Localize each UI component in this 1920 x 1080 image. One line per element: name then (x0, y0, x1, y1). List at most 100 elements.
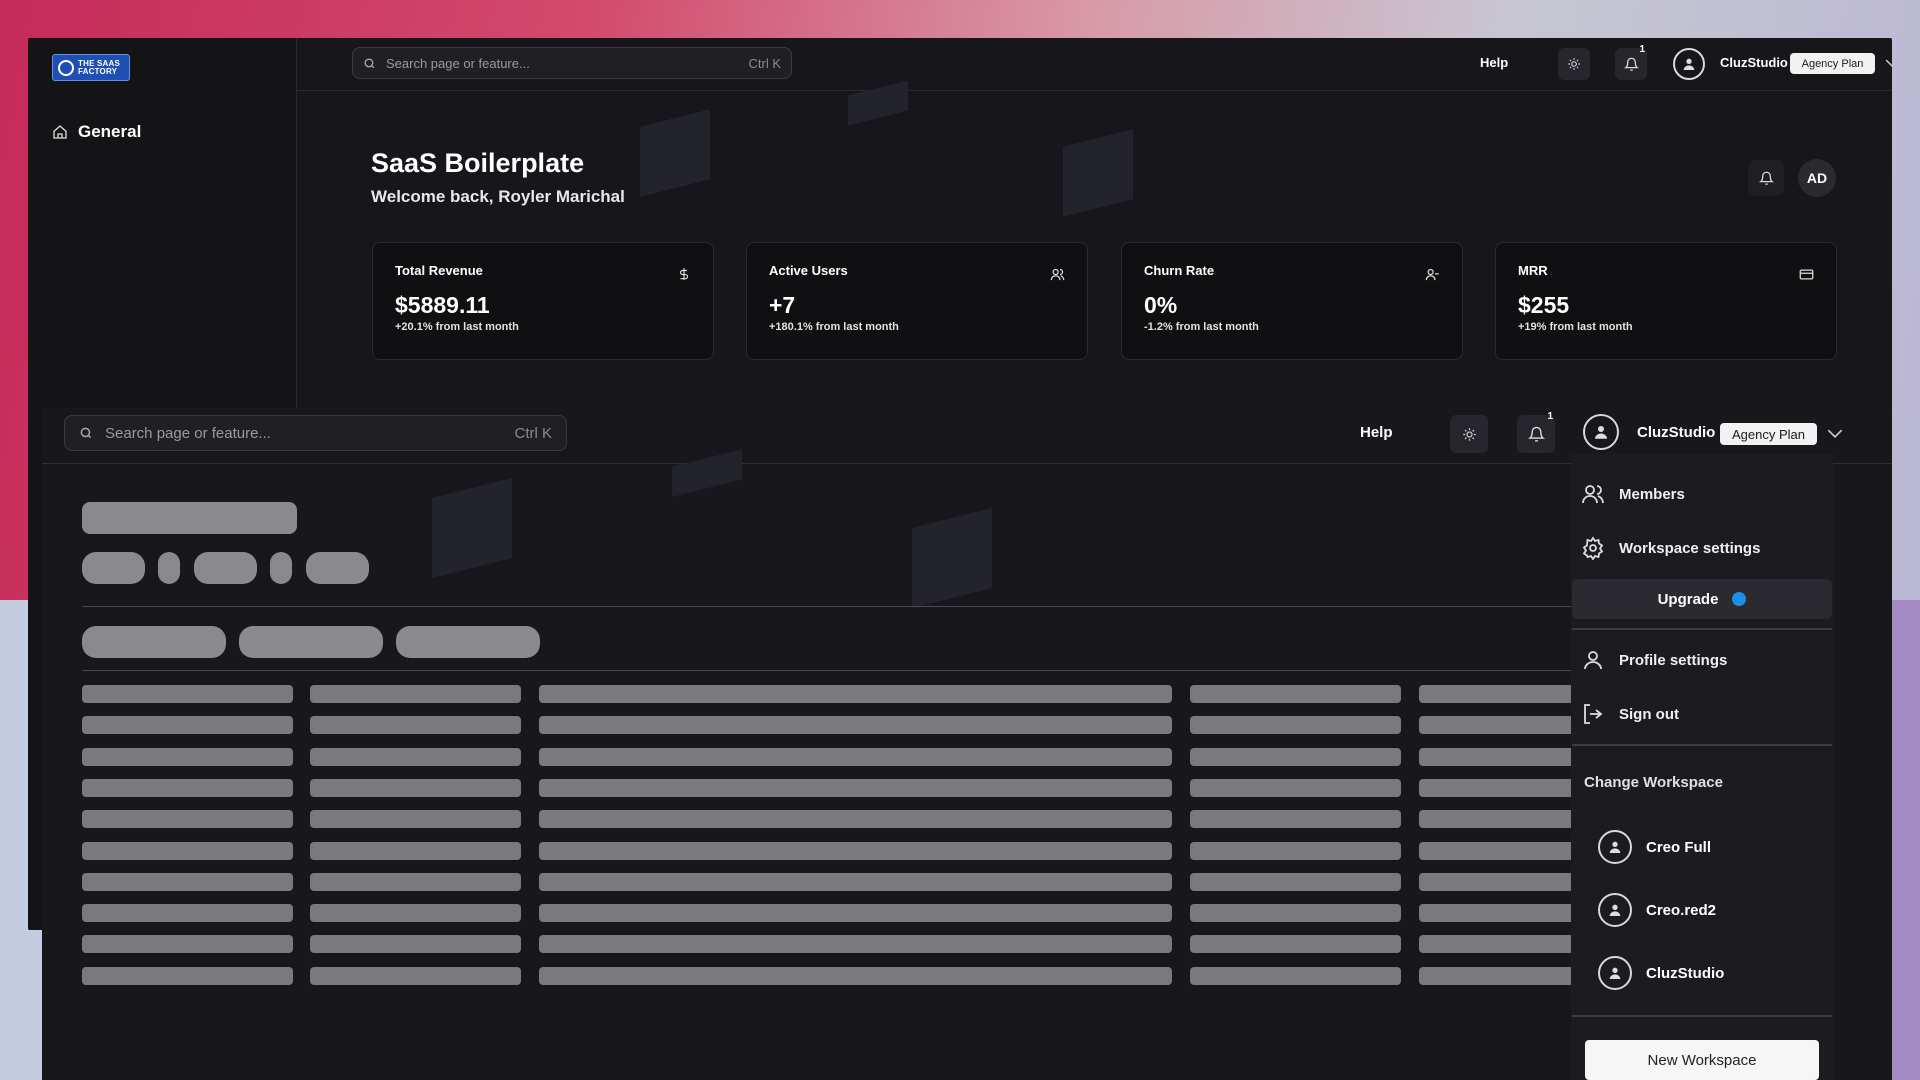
skeleton-cell (82, 904, 293, 923)
divider (1572, 628, 1832, 630)
skeleton-cell (539, 872, 1172, 891)
skeleton-cell (310, 966, 521, 985)
skeleton-cell (310, 904, 521, 923)
menu-item-label: Members (1619, 485, 1685, 503)
workspace-name[interactable]: CluzStudio (1637, 424, 1715, 441)
new-workspace-button[interactable]: New Workspace (1585, 1040, 1819, 1080)
sidebar-item-label: General (78, 122, 142, 141)
chevron-down-icon[interactable] (1827, 428, 1843, 439)
sidebar-item-general[interactable]: General (52, 122, 141, 142)
search-placeholder: Search page or feature... (105, 424, 271, 442)
upgrade-button[interactable]: Upgrade (1572, 579, 1832, 619)
background-decoration (640, 109, 710, 197)
skeleton-tab (82, 626, 226, 658)
theme-toggle-button[interactable] (1450, 415, 1488, 453)
menu-item-members[interactable]: Members (1581, 482, 1685, 506)
skeleton-cell (1190, 716, 1401, 735)
workspace-option-label: Creo.red2 (1646, 901, 1717, 919)
card-change: +180.1% from last month (769, 321, 899, 333)
sun-icon (1462, 427, 1476, 441)
workspace-option[interactable]: CluzStudio (1598, 956, 1724, 990)
menu-item-profile-settings[interactable]: Profile settings (1581, 648, 1727, 672)
card-value: +7 (769, 292, 796, 318)
skeleton-cell (82, 872, 293, 891)
plan-badge: Agency Plan (1790, 53, 1875, 74)
skeleton-cell (82, 935, 293, 954)
skeleton-cell (1190, 841, 1401, 860)
stat-card-churn-rate: Churn Rate 0% -1.2% from last month (1121, 242, 1463, 360)
workspace-avatar[interactable] (1583, 414, 1619, 450)
stat-card-revenue: Total Revenue $5889.11 +20.1% from last … (372, 242, 714, 360)
help-link[interactable]: Help (1480, 55, 1508, 70)
help-link[interactable]: Help (1360, 424, 1393, 441)
skeleton-cell (82, 966, 293, 985)
brand-logo[interactable]: THE SAAS FACTORY (52, 54, 130, 81)
skeleton-cell (539, 810, 1172, 829)
background-decoration (432, 478, 512, 578)
workspace-name[interactable]: CluzStudio (1720, 55, 1788, 70)
skeleton-cell (539, 966, 1172, 985)
search-input[interactable]: Search page or feature... Ctrl K (64, 415, 567, 451)
skeleton-cell (82, 841, 293, 860)
bell-icon (1758, 171, 1774, 185)
skeleton-breadcrumb (270, 552, 292, 584)
search-shortcut: Ctrl K (514, 424, 553, 442)
user-icon (1609, 967, 1621, 979)
skeleton-tab (396, 626, 540, 658)
skeleton-cell (539, 904, 1172, 923)
skeleton-cell (1190, 935, 1401, 954)
workspace-option-label: CluzStudio (1646, 964, 1725, 982)
card-title: Churn Rate (1144, 263, 1215, 278)
workspace-avatar (1598, 956, 1632, 990)
users-icon (1050, 268, 1065, 281)
skeleton-cell (1190, 810, 1401, 829)
notifications-button[interactable]: 1 (1615, 44, 1647, 80)
card-change: -1.2% from last month (1144, 321, 1259, 333)
notifications-button[interactable]: 1 (1517, 411, 1555, 453)
workspace-avatar (1598, 830, 1632, 864)
stat-card-active-users: Active Users +7 +180.1% from last month (746, 242, 1088, 360)
background-decoration (912, 508, 992, 608)
card-value: 0% (1144, 292, 1178, 318)
chevron-down-icon[interactable] (1885, 58, 1892, 68)
gear-icon (1582, 536, 1604, 560)
card-value: $255 (1518, 292, 1570, 318)
skeleton-cell (539, 778, 1172, 797)
card-title: Total Revenue (395, 263, 483, 278)
home-icon (53, 125, 67, 139)
divider (1572, 744, 1832, 746)
skeleton-cell (310, 841, 521, 860)
card-value: $5889.11 (395, 292, 490, 318)
workspace-option[interactable]: Creo Full (1598, 830, 1711, 864)
page-notifications-button[interactable] (1748, 160, 1784, 196)
skeleton-cell (539, 841, 1172, 860)
account-dropdown-menu: Members Workspace settings Upgrade Profi… (1571, 454, 1833, 1080)
user-avatar[interactable]: AD (1798, 159, 1836, 197)
menu-item-workspace-settings[interactable]: Workspace settings (1581, 536, 1760, 560)
stat-card-mrr: MRR $255 +19% from last month (1495, 242, 1837, 360)
skeleton-cell (539, 935, 1172, 954)
menu-item-label: Workspace settings (1619, 539, 1761, 557)
skeleton-cell (82, 810, 293, 829)
card-change: +19% from last month (1518, 321, 1633, 333)
divider (1572, 1015, 1832, 1017)
theme-toggle-button[interactable] (1558, 48, 1590, 80)
skeleton-cell (1190, 685, 1401, 703)
card-title: Active Users (769, 263, 848, 278)
skeleton-cell (82, 685, 293, 703)
search-shortcut: Ctrl K (748, 55, 782, 71)
plan-badge: Agency Plan (1720, 423, 1817, 445)
bell-icon (1623, 57, 1639, 71)
skeleton-cell (539, 716, 1172, 735)
user-icon (1609, 841, 1621, 853)
search-input[interactable]: Search page or feature... Ctrl K (352, 47, 792, 79)
skeleton-cell (1190, 778, 1401, 797)
workspace-avatar[interactable] (1673, 48, 1705, 80)
menu-item-sign-out[interactable]: Sign out (1581, 702, 1679, 726)
page-subtitle: Welcome back, Royler Marichal (371, 187, 625, 206)
skeleton-breadcrumb (194, 552, 257, 584)
workspace-option[interactable]: Creo.red2 (1598, 893, 1716, 927)
change-workspace-heading: Change Workspace (1584, 774, 1723, 791)
skeleton-tab (239, 626, 383, 658)
skeleton-cell (1190, 747, 1401, 766)
